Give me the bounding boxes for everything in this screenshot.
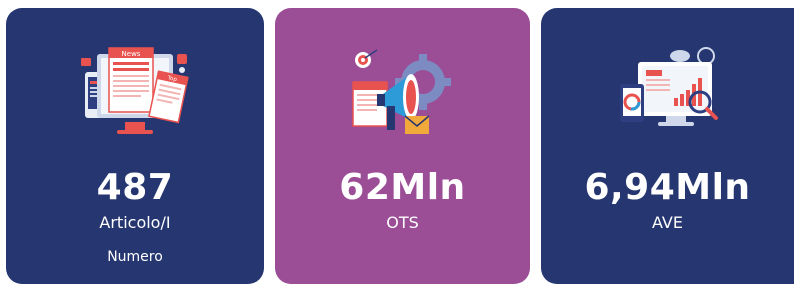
megaphone-marketing-icon <box>351 49 451 134</box>
articles-sublabel: Numero <box>107 249 163 265</box>
ots-value: 62Mln <box>339 167 466 208</box>
news-articles-icon: News Top <box>81 47 189 134</box>
stat-card-articles: News Top 487 Articolo/I Numero <box>6 8 264 284</box>
articles-label: Articolo/I <box>99 213 171 232</box>
stat-card-ots: 62Mln OTS <box>275 8 530 284</box>
news-label: News <box>122 50 141 58</box>
analytics-dashboard-icon <box>619 47 718 126</box>
articles-count: 487 <box>96 167 174 208</box>
ots-label: OTS <box>386 213 419 232</box>
stat-card-ave: 6,94Mln AVE <box>541 8 794 284</box>
ave-value: 6,94Mln <box>584 167 751 208</box>
ave-label: AVE <box>652 213 683 232</box>
